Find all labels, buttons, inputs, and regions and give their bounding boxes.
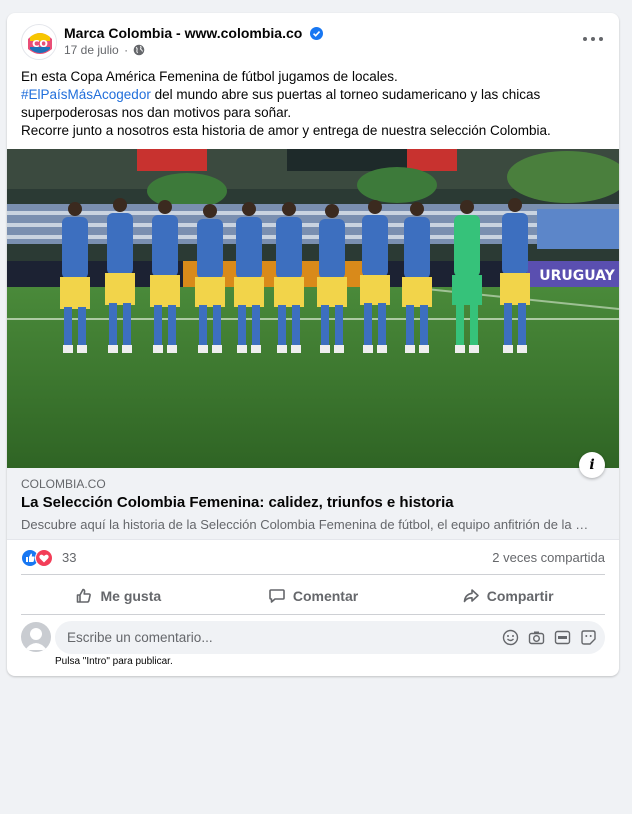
gif-icon[interactable] xyxy=(554,629,571,646)
post-card: CO Marca Colombia - www.colombia.co 17 d… xyxy=(7,13,619,676)
dot-icon xyxy=(599,37,603,41)
comment-button[interactable]: Comentar xyxy=(216,577,411,614)
dot-icon xyxy=(583,37,587,41)
post-stats: 33 2 veces compartida xyxy=(21,545,605,575)
post-text-line: #ElPaísMásAcogedor del mundo abre sus pu… xyxy=(21,86,611,104)
comment-icon xyxy=(269,588,285,603)
like-label: Me gusta xyxy=(100,587,162,604)
post-text-line: Recorre junto a nosotros esta historia d… xyxy=(21,123,551,138)
info-button[interactable]: i xyxy=(579,452,605,478)
link-domain: COLOMBIA.CO xyxy=(21,477,106,491)
comment-tools xyxy=(502,629,597,646)
reaction-count[interactable]: 33 xyxy=(62,550,76,565)
post-text-line: En esta Copa América Femenina de fútbol … xyxy=(21,69,398,84)
meta-separator: · xyxy=(124,43,129,57)
colombia-logo-icon: CO xyxy=(23,26,56,59)
comment-label: Comentar xyxy=(292,587,359,604)
comment-box[interactable]: Escribe un comentario... xyxy=(55,621,605,654)
post-header: CO Marca Colombia - www.colombia.co 17 d… xyxy=(7,13,619,69)
sticker-icon[interactable] xyxy=(580,629,597,646)
team-photo-illustration: URUGUAY xyxy=(7,149,619,469)
emoji-icon[interactable] xyxy=(502,629,519,646)
comment-hint: Pulsa "Intro" para publicar. xyxy=(55,656,173,667)
thumbs-up-icon xyxy=(77,588,92,603)
love-reaction-icon xyxy=(35,549,53,567)
reaction-icons[interactable] xyxy=(21,549,57,567)
default-user-icon xyxy=(25,628,47,650)
link-title[interactable]: La Selección Colombia Femenina: calidez,… xyxy=(21,494,454,511)
user-avatar[interactable] xyxy=(21,622,51,652)
post-photo[interactable]: URUGUAY xyxy=(7,149,619,469)
globe-icon xyxy=(134,44,145,56)
post-text-line: superpoderosas nos dan motivos para soña… xyxy=(21,105,292,120)
share-count[interactable]: 2 veces compartida xyxy=(492,550,605,565)
camera-icon[interactable] xyxy=(528,629,545,646)
page-name-link[interactable]: Marca Colombia - www.colombia.co xyxy=(64,25,302,41)
page-name-row: Marca Colombia - www.colombia.co xyxy=(64,25,324,41)
hashtag-link[interactable]: #ElPaísMásAcogedor xyxy=(21,87,151,102)
more-options-button[interactable] xyxy=(583,31,605,45)
post-actions: Me gusta Comentar Compartir xyxy=(21,577,605,615)
post-text: En esta Copa América Femenina de fútbol … xyxy=(21,68,611,140)
post-text-segment: del mundo abre sus puertas al torneo sud… xyxy=(150,87,541,102)
like-button[interactable]: Me gusta xyxy=(21,577,216,614)
dot-icon xyxy=(591,37,595,41)
comment-composer: Escribe un comentario... xyxy=(21,621,605,655)
link-preview[interactable]: i COLOMBIA.CO La Selección Colombia Feme… xyxy=(7,452,619,540)
page-avatar[interactable]: CO xyxy=(21,24,57,60)
banner-text: URUGUAY xyxy=(539,268,615,284)
comment-input[interactable]: Escribe un comentario... xyxy=(67,630,213,645)
post-meta: 17 de julio · xyxy=(64,43,145,57)
share-label: Compartir xyxy=(486,587,554,604)
link-description: Descubre aquí la historia de la Selecció… xyxy=(21,517,597,532)
players-group xyxy=(60,198,530,353)
share-icon xyxy=(463,588,479,602)
verified-badge-icon xyxy=(310,27,324,40)
post-date-link[interactable]: 17 de julio xyxy=(64,43,119,57)
avatar-text: CO xyxy=(32,39,48,50)
share-button[interactable]: Compartir xyxy=(410,577,605,614)
